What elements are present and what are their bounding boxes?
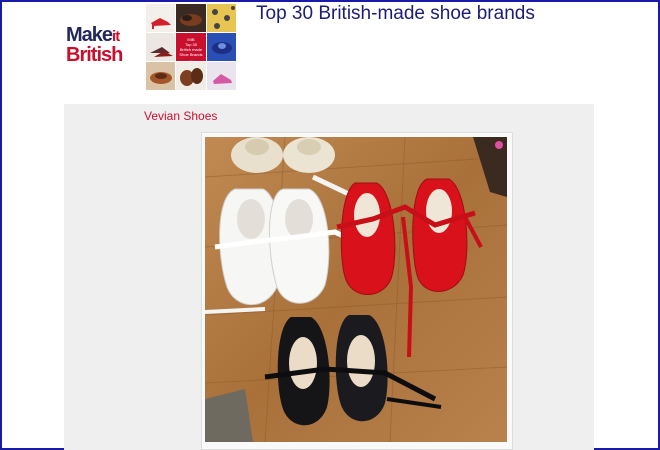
make-it-british-logo[interactable]: Makeit British — [66, 25, 130, 66]
brand-link-vevian-shoes[interactable]: Vevian Shoes — [144, 109, 217, 123]
mosaic-tile-loafers — [176, 62, 206, 90]
mosaic-tile-yellow-pattern — [206, 4, 236, 32]
mosaic-tile-red-heel — [146, 4, 176, 32]
mosaic-tile-brogues — [176, 4, 206, 32]
mosaic-tile-heels — [146, 33, 176, 61]
mosaic-tile-pink-shoe — [206, 62, 236, 90]
vevian-shoes-photo — [205, 137, 507, 442]
page-title: Top 30 British-made shoe brands — [256, 3, 535, 24]
mosaic-tile-tan-shoe — [146, 62, 176, 90]
shoe-brands-mosaic[interactable]: MIB Top 30 British made Shoe Brands ... — [146, 4, 236, 90]
mosaic-tile-blue-shoe — [206, 33, 236, 61]
shoe-icon — [205, 137, 507, 442]
mosaic-tile-title: MIB Top 30 British made Shoe Brands ... — [176, 33, 206, 61]
